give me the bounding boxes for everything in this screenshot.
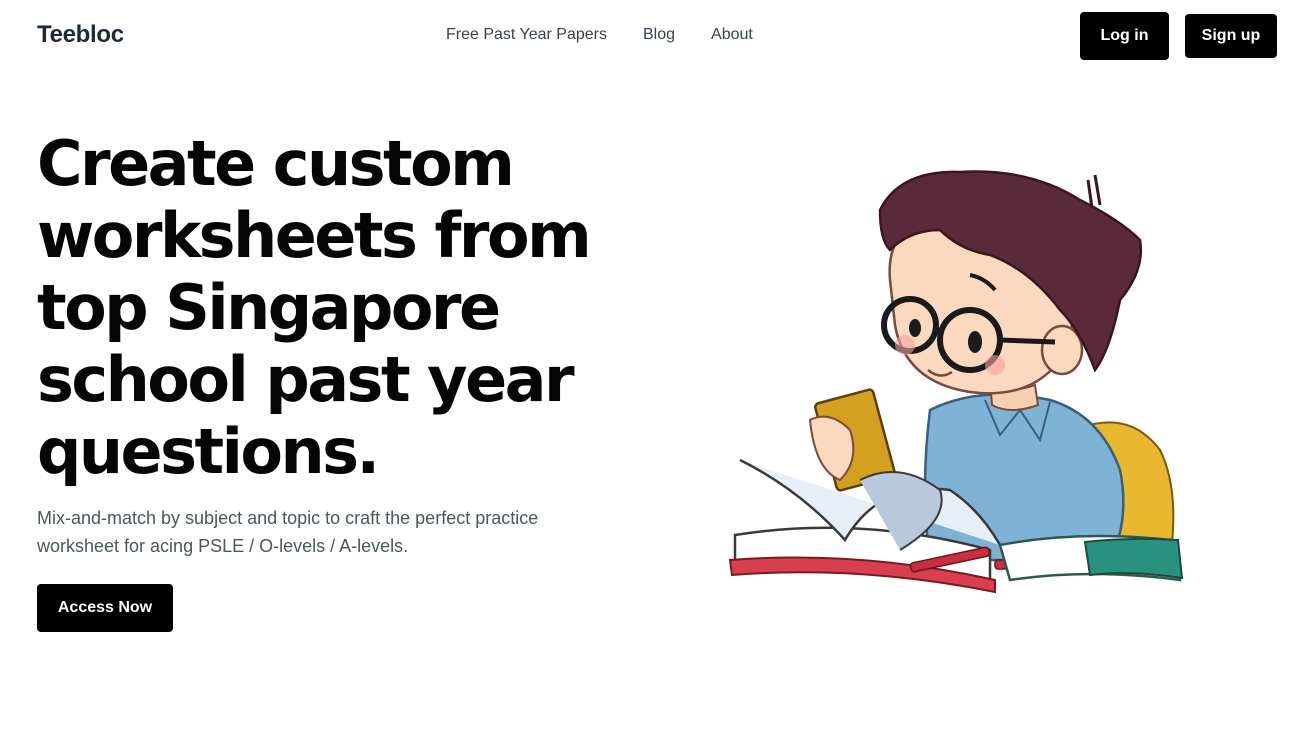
access-now-button[interactable]: Access Now	[37, 584, 173, 632]
hero-subtext: Mix-and-match by subject and topic to cr…	[37, 508, 539, 556]
hero-headline: Create custom worksheets from top Singap…	[37, 127, 592, 488]
nav-links: Free Past Year Papers Blog About	[446, 26, 753, 44]
nav-link-past-papers[interactable]: Free Past Year Papers	[446, 26, 607, 44]
login-button[interactable]: Log in	[1080, 12, 1169, 60]
nav-link-blog[interactable]: Blog	[643, 26, 675, 44]
nav-link-about[interactable]: About	[711, 26, 753, 44]
top-nav: Teebloc Free Past Year Papers Blog About…	[0, 0, 1299, 72]
brand-logo[interactable]: Teebloc	[37, 21, 124, 49]
boy-reading-illustration	[728, 170, 1184, 594]
signup-button[interactable]: Sign up	[1185, 14, 1277, 58]
